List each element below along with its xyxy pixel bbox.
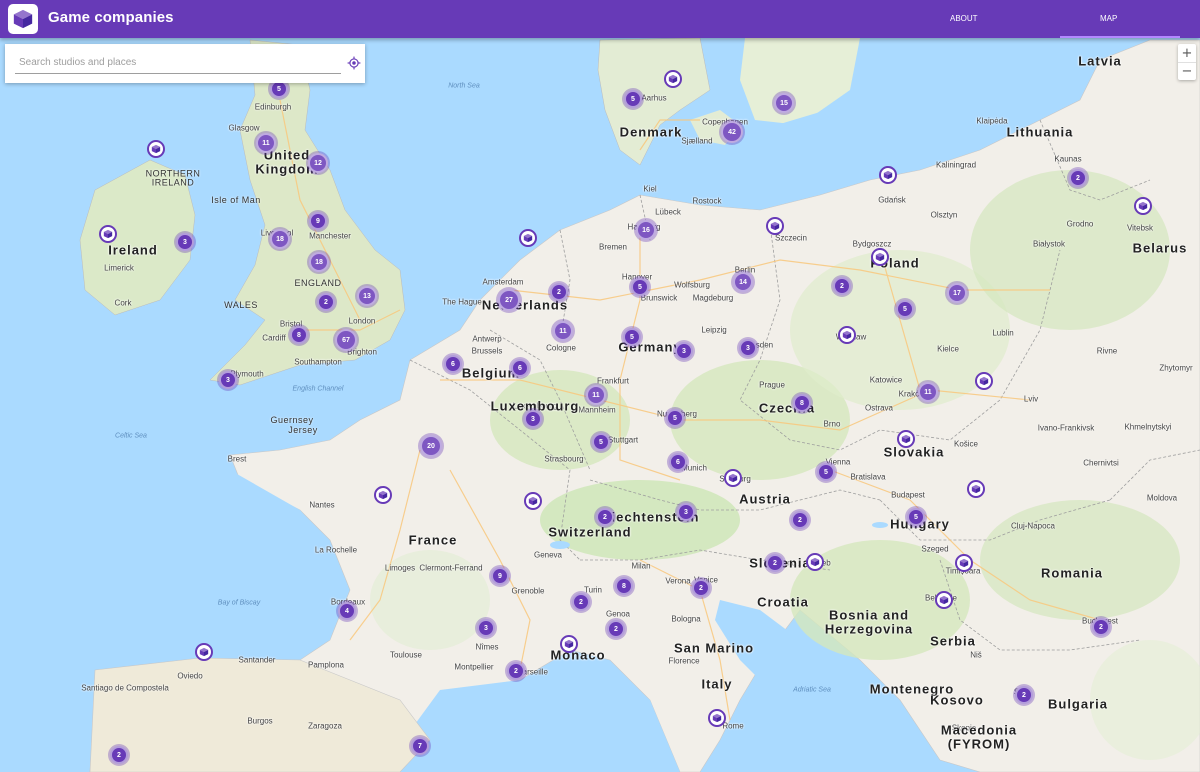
cluster-marker[interactable]: 18	[309, 252, 329, 272]
cluster-marker[interactable]: 2	[317, 293, 335, 311]
studio-pin-icon[interactable]	[560, 635, 578, 653]
studio-pin-icon[interactable]	[879, 166, 897, 184]
cluster-marker[interactable]: 8	[290, 326, 308, 344]
cluster-marker[interactable]: 2	[1069, 169, 1087, 187]
cluster-marker[interactable]: 27	[498, 289, 520, 311]
zoom-out-button[interactable]: −	[1178, 62, 1196, 80]
cluster-marker[interactable]: 3	[176, 233, 194, 251]
studio-pin-icon[interactable]	[374, 486, 392, 504]
cluster-marker[interactable]: 11	[256, 133, 276, 153]
cluster-marker[interactable]: 2	[596, 508, 614, 526]
locate-icon[interactable]	[345, 54, 363, 72]
cluster-marker[interactable]: 3	[739, 339, 757, 357]
cluster-marker[interactable]: 6	[511, 359, 529, 377]
cluster-marker[interactable]: 42	[721, 121, 743, 143]
cluster-marker[interactable]: 2	[572, 593, 590, 611]
cluster-marker[interactable]: 5	[631, 278, 649, 296]
cluster-marker[interactable]: 14	[733, 272, 753, 292]
studio-pin-icon[interactable]	[99, 225, 117, 243]
cluster-marker[interactable]: 2	[607, 620, 625, 638]
cluster-marker[interactable]: 11	[918, 382, 938, 402]
cluster-marker[interactable]: 2	[507, 662, 525, 680]
cluster-marker[interactable]: 5	[624, 90, 642, 108]
cluster-marker[interactable]: 5	[592, 433, 610, 451]
cluster-marker[interactable]: 2	[110, 746, 128, 764]
cluster-marker[interactable]: 5	[817, 463, 835, 481]
cluster-marker[interactable]: 5	[666, 409, 684, 427]
nav-about-link[interactable]: ABOUT	[950, 14, 978, 23]
app-bar: Game companies ABOUT MAP	[0, 0, 1200, 38]
studio-pin-icon[interactable]	[664, 70, 682, 88]
cluster-marker[interactable]: 11	[586, 385, 606, 405]
cluster-marker[interactable]: 5	[907, 508, 925, 526]
cluster-marker[interactable]: 4	[338, 602, 356, 620]
cluster-marker[interactable]: 2	[1092, 618, 1110, 636]
studio-pin-icon[interactable]	[967, 480, 985, 498]
cluster-marker[interactable]: 3	[524, 410, 542, 428]
cluster-marker[interactable]: 13	[357, 286, 377, 306]
studio-pin-icon[interactable]	[975, 372, 993, 390]
studio-pin-icon[interactable]	[1134, 197, 1152, 215]
cluster-marker[interactable]: 18	[270, 229, 290, 249]
search-input[interactable]	[15, 52, 341, 74]
studio-pin-icon[interactable]	[766, 217, 784, 235]
nav-map-link[interactable]: MAP	[1100, 14, 1117, 23]
cluster-marker[interactable]: 2	[550, 283, 568, 301]
studio-pin-icon[interactable]	[935, 591, 953, 609]
cluster-marker[interactable]: 67	[335, 329, 357, 351]
cluster-marker[interactable]: 8	[793, 394, 811, 412]
cluster-marker[interactable]: 3	[675, 342, 693, 360]
cluster-marker[interactable]: 2	[791, 511, 809, 529]
cube-logo-icon[interactable]	[8, 4, 38, 34]
cluster-marker[interactable]: 2	[692, 579, 710, 597]
studio-pin-icon[interactable]	[195, 643, 213, 661]
studio-pin-icon[interactable]	[708, 709, 726, 727]
cluster-marker[interactable]: 3	[477, 619, 495, 637]
cluster-marker[interactable]: 15	[774, 93, 794, 113]
studio-pin-icon[interactable]	[897, 430, 915, 448]
cluster-marker[interactable]: 8	[615, 577, 633, 595]
cluster-marker[interactable]: 20	[420, 435, 442, 457]
cluster-marker[interactable]: 3	[677, 503, 695, 521]
cluster-marker[interactable]: 16	[636, 220, 656, 240]
cluster-marker[interactable]: 12	[308, 153, 328, 173]
app-title: Game companies	[48, 9, 174, 26]
cluster-marker[interactable]: 9	[309, 212, 327, 230]
map-canvas[interactable]: North Sea Celtic Sea English Channel Bay of…	[0, 38, 1200, 772]
cluster-marker[interactable]: 17	[947, 283, 967, 303]
active-tab-indicator	[1060, 36, 1180, 38]
studio-pin-icon[interactable]	[838, 326, 856, 344]
studio-pin-icon[interactable]	[724, 469, 742, 487]
studio-pin-icon[interactable]	[524, 492, 542, 510]
cluster-marker[interactable]: 5	[623, 328, 641, 346]
cluster-marker[interactable]: 6	[669, 453, 687, 471]
studio-pin-icon[interactable]	[147, 140, 165, 158]
cluster-marker[interactable]: 9	[491, 567, 509, 585]
map-basemap	[0, 38, 1200, 772]
zoom-control: + −	[1178, 44, 1196, 80]
studio-pin-icon[interactable]	[806, 553, 824, 571]
cluster-marker[interactable]: 2	[1015, 686, 1033, 704]
cluster-marker[interactable]: 6	[444, 355, 462, 373]
search-card	[5, 44, 365, 83]
cluster-marker[interactable]: 11	[553, 321, 573, 341]
cluster-marker[interactable]: 7	[411, 737, 429, 755]
zoom-in-button[interactable]: +	[1178, 44, 1196, 62]
cluster-marker[interactable]: 2	[833, 277, 851, 295]
studio-pin-icon[interactable]	[871, 248, 889, 266]
studio-pin-icon[interactable]	[955, 554, 973, 572]
cluster-marker[interactable]: 5	[896, 300, 914, 318]
studio-pin-icon[interactable]	[519, 229, 537, 247]
cluster-marker[interactable]: 3	[219, 371, 237, 389]
cluster-marker[interactable]: 2	[766, 554, 784, 572]
